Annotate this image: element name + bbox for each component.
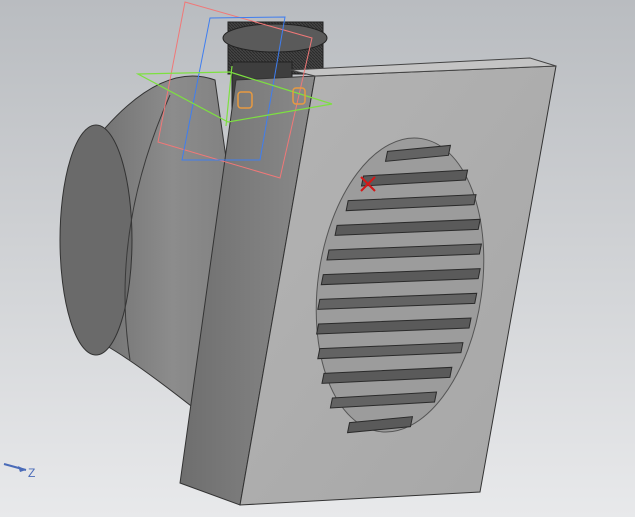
model-scene[interactable]: [0, 0, 635, 517]
3d-model-viewport[interactable]: Z: [0, 0, 635, 517]
z-axis-label: Z: [28, 466, 36, 480]
